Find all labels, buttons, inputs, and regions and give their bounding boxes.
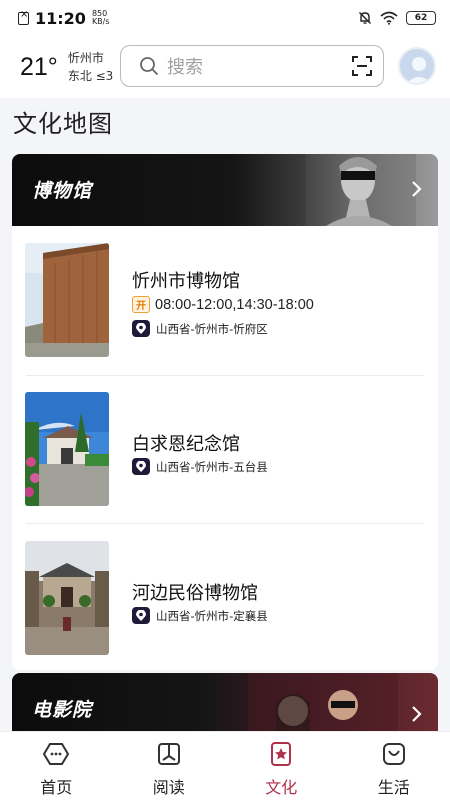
museum-name: 忻州市博物馆 <box>132 271 240 292</box>
status-time: 11:20 <box>35 8 86 28</box>
wifi-icon <box>380 11 398 25</box>
battery-indicator: 62 <box>406 11 436 25</box>
list-item[interactable]: 忻州市博物馆 开 08:00-12:00,14:30-18:00 山西省-忻州市… <box>24 243 426 363</box>
nav-life[interactable]: 生活 <box>338 732 450 800</box>
nav-home-label: 首页 <box>40 778 73 797</box>
address-text: 山西省-忻州市-定襄县 <box>156 608 268 623</box>
status-bar: 11:20 850 KB/s 62 <box>0 0 450 36</box>
statue-image <box>306 154 416 226</box>
location-pin-icon <box>132 607 150 624</box>
museum-photo <box>25 392 109 506</box>
search-icon <box>140 57 158 75</box>
home-icon <box>43 743 70 765</box>
status-left: 11:20 850 KB/s <box>18 9 110 28</box>
divider <box>26 375 424 376</box>
list-item[interactable]: 白求恩纪念馆 山西省-忻州市-五台县 <box>24 392 426 512</box>
nav-reading-label: 阅读 <box>152 778 185 797</box>
weather-temperature[interactable]: 21° <box>20 53 58 82</box>
divider <box>26 523 424 524</box>
museum-name: 白求恩纪念馆 <box>132 434 240 455</box>
address: 山西省-忻州市-定襄县 <box>132 607 268 624</box>
nav-home[interactable]: 首页 <box>0 732 113 800</box>
search-placeholder: 搜索 <box>167 57 203 78</box>
address-text: 山西省-忻州市-五台县 <box>156 459 268 474</box>
page-title: 文化地图 <box>13 110 113 138</box>
net-speed: 850 KB/s <box>92 10 110 26</box>
no-sim-icon <box>18 9 29 25</box>
museum-photo <box>25 541 109 655</box>
museum-photo <box>25 243 109 357</box>
list-item[interactable]: 河边民俗博物馆 山西省-忻州市-定襄县 <box>24 541 426 661</box>
net-speed-unit: KB/s <box>91 17 110 26</box>
address: 山西省-忻州市-忻府区 <box>132 320 268 337</box>
museum-banner[interactable]: 博物馆 <box>12 154 438 226</box>
scan-icon[interactable] <box>351 55 373 77</box>
chevron-right-icon <box>412 181 422 197</box>
nav-life-label: 生活 <box>377 778 410 797</box>
status-right: 62 <box>358 11 436 25</box>
culture-icon <box>271 742 292 766</box>
nav-culture-label: 文化 <box>265 778 298 797</box>
chevron-right-icon <box>412 706 422 722</box>
hours-text: 08:00-12:00,14:30-18:00 <box>155 296 314 313</box>
opening-hours: 开 08:00-12:00,14:30-18:00 <box>132 296 314 313</box>
search-input[interactable]: 搜索 <box>120 45 384 87</box>
museum-card: 博物馆 忻州市博物馆 开 08:00-12:00,14:30-18:00 山西省… <box>12 154 438 670</box>
location-pin-icon <box>132 458 150 475</box>
address-text: 山西省-忻州市-忻府区 <box>156 321 268 336</box>
nav-reading[interactable]: 阅读 <box>113 732 226 800</box>
address: 山西省-忻州市-五台县 <box>132 458 268 475</box>
nav-culture[interactable]: 文化 <box>225 732 338 800</box>
avatar[interactable] <box>398 47 436 85</box>
museum-name: 河边民俗博物馆 <box>132 583 258 604</box>
top-header: 21° 忻州市 东北 ≤3 搜索 <box>0 36 450 98</box>
shopping-bag-icon <box>382 743 405 765</box>
weather-meta[interactable]: 忻州市 东北 ≤3 <box>68 49 114 85</box>
weather-city: 忻州市 <box>67 51 104 65</box>
bottom-nav: 首页 阅读 文化 生活 <box>0 731 450 800</box>
museum-section-title: 博物馆 <box>32 180 93 202</box>
bell-off-icon <box>359 12 371 24</box>
location-pin-icon <box>132 320 150 337</box>
avatar-person-icon <box>406 57 432 83</box>
book-icon <box>157 743 180 765</box>
weather-wind: 东北 ≤3 <box>67 69 114 83</box>
open-badge: 开 <box>132 296 150 313</box>
cinema-section-title: 电影院 <box>32 699 93 721</box>
